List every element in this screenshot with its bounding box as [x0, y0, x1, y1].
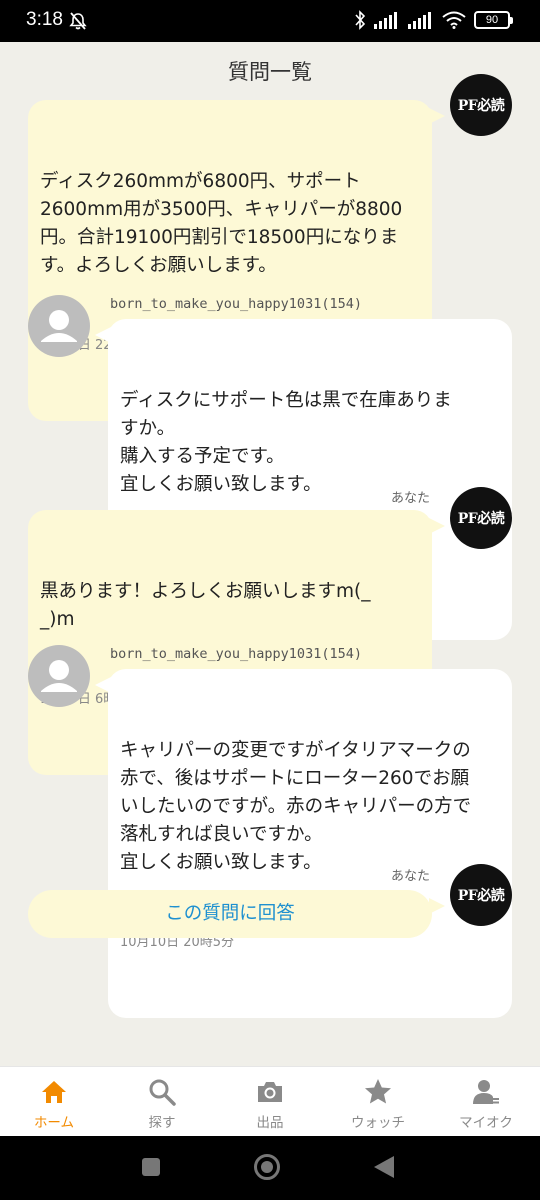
signal-icon	[408, 12, 431, 29]
star-icon	[362, 1077, 394, 1107]
message-text: ディスクにサポート色は黒で在庫ありま すか。 購入する予定です。 宜しくお願い致…	[120, 390, 452, 495]
message-text: キャリパーの変更ですがイタリアマークの 赤で、後はサポートにローター260でお願…	[120, 740, 472, 873]
tab-label: 出品	[256, 1115, 284, 1131]
bluetooth-icon	[355, 10, 366, 30]
tab-label: マイオク	[459, 1115, 513, 1131]
person-icon	[41, 660, 77, 692]
tab-my-auction[interactable]: マイオク	[432, 1067, 540, 1136]
tab-watch[interactable]: ウォッチ	[324, 1067, 432, 1136]
mute-icon	[69, 12, 87, 30]
you-label: あなた	[390, 491, 430, 506]
home-button[interactable]	[254, 1154, 280, 1180]
tab-label: ウォッチ	[351, 1115, 405, 1131]
tab-search[interactable]: 探す	[108, 1067, 216, 1136]
my-avatar[interactable]: PF必読	[450, 487, 512, 549]
bottom-tab-bar: ホーム 探す 出品 ウォッチ マイオク	[0, 1066, 540, 1136]
camera-icon	[254, 1077, 286, 1107]
tab-label: ホーム	[33, 1115, 75, 1131]
username[interactable]: born_to_make_you_happy1031(154)	[110, 296, 362, 312]
tab-sell[interactable]: 出品	[216, 1067, 324, 1136]
status-bar: 3:18 90	[0, 0, 540, 42]
answer-question-button[interactable]: この質問に回答	[28, 890, 445, 938]
user-avatar[interactable]	[28, 295, 90, 357]
system-nav-bar	[0, 1136, 540, 1200]
status-time: 3:18	[26, 9, 63, 30]
my-avatar[interactable]: PF必読	[450, 74, 512, 136]
message-text: 黒あります！よろしくお願いしますm(_ _)m	[40, 581, 371, 630]
tab-home[interactable]: ホーム	[0, 1067, 108, 1136]
you-label: あなた	[390, 869, 430, 884]
message-text: ディスク260mmが6800円、サポート 2600mm用が3500円、キャリパー…	[40, 171, 403, 276]
username[interactable]: born_to_make_you_happy1031(154)	[110, 646, 362, 662]
user-avatar[interactable]	[28, 645, 90, 707]
search-icon	[146, 1077, 178, 1107]
user-icon	[470, 1077, 502, 1107]
person-icon	[41, 310, 77, 342]
tab-label: 探す	[148, 1115, 176, 1131]
home-icon	[38, 1077, 70, 1107]
recent-apps-button[interactable]	[142, 1158, 160, 1176]
signal-icon	[374, 12, 397, 29]
question-list-screen: 質問一覧 ディスク260mmが6800円、サポート 2600mm用が3500円、…	[0, 42, 540, 1066]
wifi-icon	[442, 11, 466, 29]
battery-icon: 90	[474, 11, 513, 29]
their-message-bubble: キャリパーの変更ですがイタリアマークの 赤で、後はサポートにローター260でお願…	[95, 669, 512, 1018]
status-icons: 90	[354, 10, 513, 30]
my-avatar[interactable]: PF必読	[450, 864, 512, 926]
back-button[interactable]	[374, 1156, 394, 1178]
